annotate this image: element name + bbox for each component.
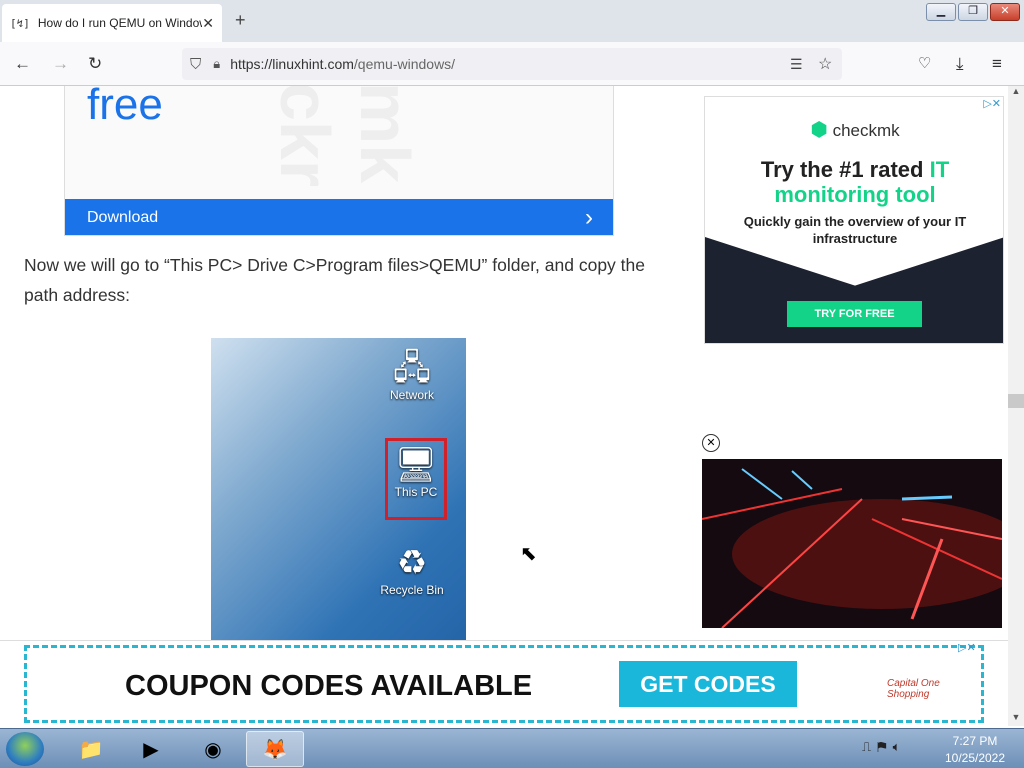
tab-favicon-icon: [↯] xyxy=(10,16,30,30)
firefox-taskbar-icon[interactable]: 🦊 xyxy=(246,731,304,767)
tracking-protection-shield-icon[interactable]: ⛉ xyxy=(190,56,201,73)
recycle-bin-desktop-icon: ♻ Recycle Bin xyxy=(377,543,447,597)
media-player-taskbar-icon[interactable]: ▶ xyxy=(122,731,180,767)
scrollbar-thumb[interactable] xyxy=(1008,394,1024,408)
navigation-toolbar: ← → ↻ ⛉ 🔒︎ https://linuxhint.com/qemu-wi… xyxy=(0,42,1024,86)
lock-icon[interactable]: 🔒︎ xyxy=(213,56,220,72)
checkmk-subtitle: Quickly gain the overview of your IT inf… xyxy=(743,214,967,246)
recycle-bin-label: Recycle Bin xyxy=(380,583,444,597)
video-ad[interactable] xyxy=(702,459,1002,628)
checkmk-headline: Try the #1 rated IT monitoring tool xyxy=(705,157,1003,207)
windows-taskbar: 📁 ▶ ◉ 🦊 ⎍⚑🔈︎ 7:27 PM 10/25/2022 xyxy=(0,728,1024,768)
clock-date[interactable]: 10/25/2022 xyxy=(940,751,1010,765)
download-label: Download xyxy=(87,208,159,226)
downloads-icon[interactable]: ⤓ xyxy=(956,54,964,74)
forward-icon[interactable]: → xyxy=(52,54,69,74)
ad-choices-icon[interactable]: ▷✕ xyxy=(983,97,1001,110)
desktop-screenshot: 🖧 Network 🖥 This PC ♻ Recycle Bin xyxy=(211,338,466,640)
bottom-ad-banner[interactable]: COUPON CODES AVAILABLE GET CODES Capital… xyxy=(0,640,1008,728)
chrome-taskbar-icon[interactable]: ◉ xyxy=(184,731,242,767)
browser-title-bar: [↯] How do I run QEMU on Windows ✕ + ▁ ❐… xyxy=(0,0,1024,42)
this-pc-label: This PC xyxy=(394,485,438,499)
url-host: https://linuxhint.com xyxy=(230,56,354,72)
reload-icon[interactable]: ↻ xyxy=(88,54,102,74)
scroll-down-icon[interactable]: ▼ xyxy=(1008,712,1024,726)
close-video-ad-icon[interactable]: ✕ xyxy=(702,434,720,452)
clock-time[interactable]: 7:27 PM xyxy=(940,734,1010,748)
mouse-cursor-icon: ⬉ xyxy=(520,543,537,565)
recycle-bin-icon: ♻ xyxy=(396,544,428,582)
volume-icon[interactable]: 🔈︎ xyxy=(893,739,907,754)
computer-icon: 🖥 xyxy=(394,446,438,484)
action-center-icon[interactable]: ⚑ xyxy=(877,739,892,754)
coupon-headline: COUPON CODES AVAILABLE xyxy=(125,670,533,702)
network-tray-icon[interactable]: ⎍ xyxy=(862,739,877,754)
headline-part-1: Try the #1 rated xyxy=(760,157,930,182)
ad-choices-icon[interactable]: ▷✕ xyxy=(958,641,976,654)
network-desktop-icon: 🖧 Network xyxy=(377,348,447,402)
headline-accent: IT xyxy=(929,157,950,182)
menu-icon[interactable]: ≡ xyxy=(992,54,1002,74)
checkmk-ad[interactable]: ▷✕ ⬢ checkmk Try the #1 rated IT monitor… xyxy=(704,96,1004,344)
maximize-button[interactable]: ❐ xyxy=(958,3,988,21)
browser-tab[interactable]: [↯] How do I run QEMU on Windows ✕ xyxy=(2,4,222,42)
checkmk-brand: checkmk xyxy=(832,121,900,140)
reader-view-icon[interactable]: ☰ xyxy=(790,56,803,73)
get-codes-button[interactable]: GET CODES xyxy=(619,661,797,707)
try-for-free-button[interactable]: TRY FOR FREE xyxy=(787,301,922,327)
minimize-button[interactable]: ▁ xyxy=(926,3,956,21)
address-bar[interactable]: ⛉ 🔒︎ https://linuxhint.com/qemu-windows/… xyxy=(182,48,842,80)
network-icon: 🖧 xyxy=(393,349,431,387)
network-label: Network xyxy=(389,388,434,402)
checkmk-hex-icon: ⬢ xyxy=(810,119,828,141)
file-explorer-taskbar-icon[interactable]: 📁 xyxy=(62,731,120,767)
close-window-button[interactable]: ✕ xyxy=(990,3,1020,21)
article-paragraph: Now we will go to “This PC> Drive C>Prog… xyxy=(24,255,645,305)
video-frame xyxy=(702,459,1002,628)
capital-one-shopping-logo: Capital One Shopping xyxy=(887,678,940,700)
tab-close-icon[interactable]: ✕ xyxy=(202,15,214,32)
checkmk-logo: ⬢ checkmk xyxy=(705,117,1003,142)
this-pc-desktop-icon: 🖥 This PC xyxy=(385,438,447,520)
download-button[interactable]: Download › xyxy=(65,199,613,235)
pocket-icon[interactable]: ♡ xyxy=(918,54,931,72)
url-path: /qemu-windows/ xyxy=(353,56,456,72)
new-tab-button[interactable]: + xyxy=(235,10,246,31)
coupon-ad-frame: COUPON CODES AVAILABLE GET CODES Capital… xyxy=(24,645,984,723)
back-icon[interactable]: ← xyxy=(14,54,31,74)
tab-title: How do I run QEMU on Windows xyxy=(37,16,203,30)
headline-part-2: monitoring tool xyxy=(774,182,936,207)
sidebar: ▷✕ ⬢ checkmk Try the #1 rated IT monitor… xyxy=(674,86,1008,640)
page-scrollbar[interactable]: ▲ ▼ xyxy=(1008,86,1024,726)
bookmark-star-icon[interactable]: ☆ xyxy=(818,54,832,74)
start-button[interactable] xyxy=(6,732,44,766)
chevron-right-icon: › xyxy=(585,203,593,231)
ad-word: free xyxy=(87,86,163,129)
article-content: free mk ckr Download › Now we will go to… xyxy=(0,86,674,640)
system-tray[interactable]: ⎍⚑🔈︎ xyxy=(862,739,906,755)
scroll-up-icon[interactable]: ▲ xyxy=(1008,86,1024,100)
checkmk-dark-panel xyxy=(705,237,1003,343)
top-ad-banner[interactable]: free mk ckr Download › xyxy=(64,86,614,236)
